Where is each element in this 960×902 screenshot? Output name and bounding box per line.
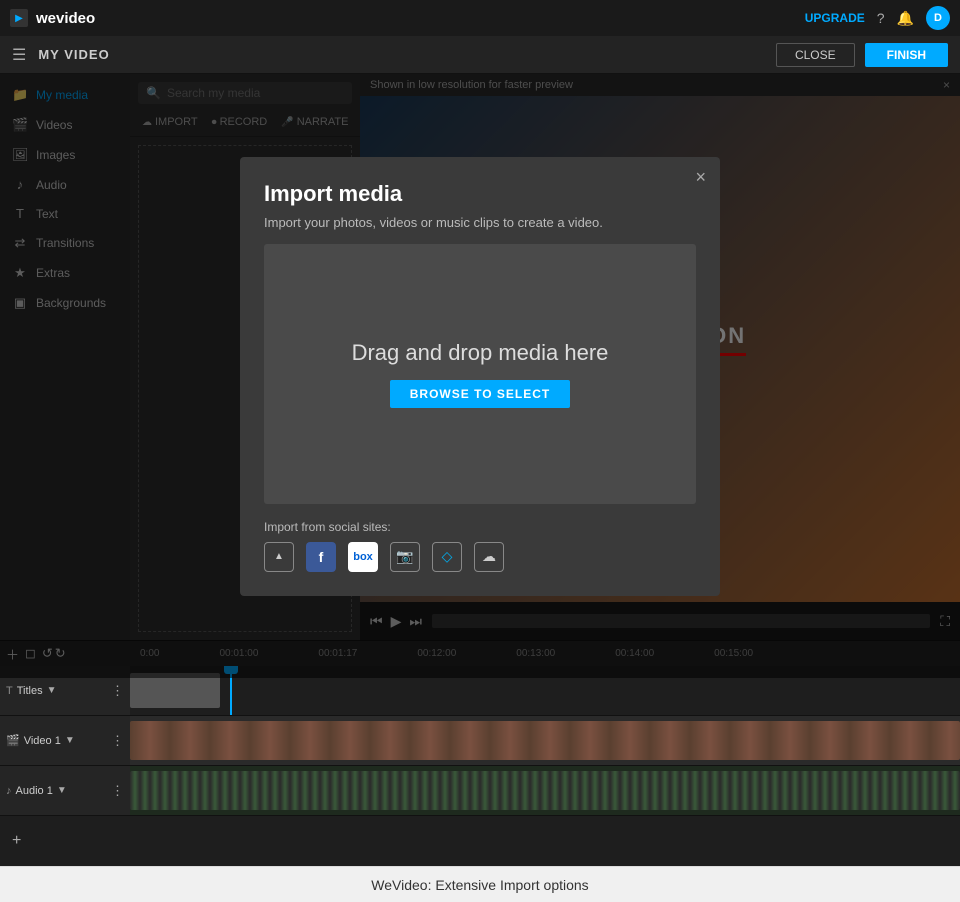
video1-track-icon: 🎬 (6, 734, 20, 747)
audio1-track-arrow[interactable]: ▼ (57, 785, 67, 796)
hamburger-icon[interactable]: ☰ (12, 45, 26, 65)
caption-text: WeVideo: Extensive Import options (371, 877, 588, 893)
add-track-button[interactable]: + (6, 830, 27, 852)
social-icons: ▲ f box 📷 ◇ ☁ (264, 542, 696, 572)
main-area: 📁 My media 🎬 Videos 🖼 Images ♪ Audio T T… (0, 74, 960, 640)
box-icon[interactable]: box (348, 542, 378, 572)
modal-close-button[interactable]: × (695, 167, 706, 188)
import-modal: × Import media Import your photos, video… (240, 157, 720, 596)
dropbox-icon[interactable]: ◇ (432, 542, 462, 572)
drop-zone[interactable]: Drag and drop media here BROWSE TO SELEC… (264, 244, 696, 504)
social-section: Import from social sites: ▲ f box 📷 ◇ ☁ (264, 520, 696, 572)
modal-subtitle: Import your photos, videos or music clip… (264, 215, 696, 230)
titles-label-left: T Titles ▼ (6, 685, 57, 697)
video1-track-content (130, 716, 960, 765)
modal-overlay: × Import media Import your photos, video… (0, 74, 960, 678)
second-bar: ☰ MY VIDEO CLOSE FINISH (0, 36, 960, 74)
video1-track-label: 🎬 Video 1 ▼ ⋮ (0, 716, 130, 765)
modal-title: Import media (264, 181, 696, 207)
upgrade-button[interactable]: UPGRADE (805, 11, 865, 25)
titles-track-arrow[interactable]: ▼ (47, 685, 57, 696)
add-track-row: + (0, 816, 960, 866)
audio1-track: ♪ Audio 1 ▼ ⋮ (0, 766, 960, 816)
timeline: T Titles ▼ ⋮ 🎬 Video 1 ▼ ⋮ (0, 666, 960, 866)
finish-button[interactable]: FINISH (865, 43, 948, 67)
video1-track-name: Video 1 (24, 735, 61, 747)
instagram-icon[interactable]: 📷 (390, 542, 420, 572)
titles-track-menu[interactable]: ⋮ (111, 683, 124, 699)
facebook-icon[interactable]: f (306, 542, 336, 572)
audio1-track-content (130, 766, 960, 815)
audio1-track-icon: ♪ (6, 785, 12, 797)
audio1-track-menu[interactable]: ⋮ (111, 783, 124, 799)
cloud-icon[interactable]: ☁ (474, 542, 504, 572)
top-bar-left: wevideo (10, 9, 95, 27)
video1-track-menu[interactable]: ⋮ (111, 733, 124, 749)
video-clip-thumb (130, 721, 960, 760)
avatar[interactable]: D (926, 6, 950, 30)
video1-track: 🎬 Video 1 ▼ ⋮ (0, 716, 960, 766)
google-drive-icon[interactable]: ▲ (264, 542, 294, 572)
audio1-label-left: ♪ Audio 1 ▼ (6, 785, 67, 797)
app-logo: wevideo (36, 10, 95, 27)
logo-play-icon (10, 9, 28, 27)
help-icon[interactable]: ? (877, 10, 885, 26)
title-clip[interactable] (130, 673, 220, 707)
video1-label-left: 🎬 Video 1 ▼ (6, 734, 75, 747)
caption-bar: WeVideo: Extensive Import options (0, 866, 960, 902)
audio-clip[interactable] (130, 771, 960, 810)
close-button[interactable]: CLOSE (776, 43, 855, 67)
audio1-track-label: ♪ Audio 1 ▼ ⋮ (0, 766, 130, 815)
video1-track-arrow[interactable]: ▼ (65, 735, 75, 746)
second-bar-left: ☰ MY VIDEO (12, 45, 110, 65)
second-bar-right: CLOSE FINISH (776, 43, 948, 67)
titles-track-icon: T (6, 685, 13, 697)
audio-wave (130, 771, 960, 810)
social-label: Import from social sites: (264, 520, 696, 534)
video-clip[interactable] (130, 721, 960, 760)
project-name: MY VIDEO (38, 47, 109, 62)
top-bar-right: UPGRADE ? 🔔 D (805, 6, 950, 30)
browse-button[interactable]: BROWSE TO SELECT (390, 380, 570, 408)
top-bar: wevideo UPGRADE ? 🔔 D (0, 0, 960, 36)
audio1-track-name: Audio 1 (16, 785, 53, 797)
notification-icon[interactable]: 🔔 (897, 10, 914, 27)
drop-text: Drag and drop media here (352, 340, 609, 366)
titles-track-name: Titles (17, 685, 43, 697)
